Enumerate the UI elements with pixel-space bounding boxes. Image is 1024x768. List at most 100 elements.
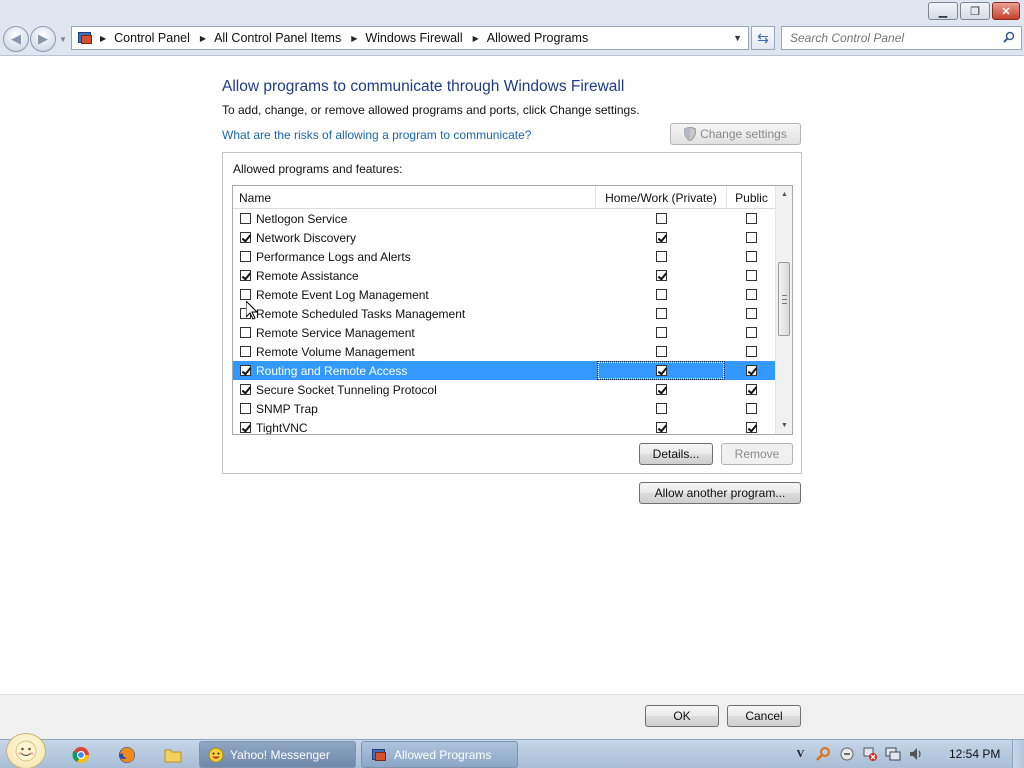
details-button[interactable]: Details... xyxy=(639,443,713,465)
table-row[interactable]: Remote Service Management xyxy=(233,323,776,342)
program-enabled-checkbox[interactable] xyxy=(240,270,251,281)
table-row[interactable]: Network Discovery xyxy=(233,228,776,247)
public-checkbox[interactable] xyxy=(746,308,757,319)
program-enabled-checkbox[interactable] xyxy=(240,422,251,433)
public-checkbox[interactable] xyxy=(746,346,757,357)
show-desktop-button[interactable] xyxy=(1012,740,1024,768)
program-enabled-checkbox[interactable] xyxy=(240,365,251,376)
vertical-scrollbar[interactable]: ▲ ▼ xyxy=(775,186,792,434)
close-button[interactable]: ✕ xyxy=(992,2,1020,20)
column-header-name[interactable]: Name xyxy=(233,186,596,209)
scroll-up-icon[interactable]: ▲ xyxy=(776,186,792,203)
recent-pages-dropdown[interactable]: ▼ xyxy=(59,35,67,44)
network-error-icon[interactable] xyxy=(861,745,878,762)
public-checkbox[interactable] xyxy=(746,327,757,338)
network-icon[interactable] xyxy=(884,745,901,762)
address-bar[interactable]: ▶ Control Panel ▶ All Control Panel Item… xyxy=(71,26,749,50)
table-row[interactable]: TightVNC xyxy=(233,418,776,434)
folder-icon[interactable] xyxy=(162,744,184,766)
home-work-cell xyxy=(596,289,727,300)
vnc-icon[interactable]: V xyxy=(792,745,809,762)
program-enabled-checkbox[interactable] xyxy=(240,346,251,357)
breadcrumb-windows-firewall[interactable]: Windows Firewall xyxy=(365,31,462,45)
program-enabled-checkbox[interactable] xyxy=(240,327,251,338)
back-button[interactable]: ◀ xyxy=(3,26,29,52)
home-work-cell xyxy=(596,403,727,414)
home-work-checkbox[interactable] xyxy=(656,232,667,243)
table-row[interactable]: Remote Volume Management xyxy=(233,342,776,361)
breadcrumb-allowed-programs[interactable]: Allowed Programs xyxy=(487,31,588,45)
maximize-button[interactable]: ❐ xyxy=(960,2,990,20)
home-work-checkbox[interactable] xyxy=(656,384,667,395)
table-row[interactable]: Remote Scheduled Tasks Management xyxy=(233,304,776,323)
change-settings-button[interactable]: Change settings xyxy=(670,123,801,145)
messenger-tray-icon[interactable] xyxy=(838,745,855,762)
search-icon[interactable] xyxy=(1003,31,1015,43)
cancel-button[interactable]: Cancel xyxy=(727,705,801,727)
public-checkbox[interactable] xyxy=(746,384,757,395)
breadcrumb-separator-icon[interactable]: ▶ xyxy=(473,34,479,43)
home-work-checkbox[interactable] xyxy=(656,422,667,433)
search-box[interactable] xyxy=(781,26,1022,50)
scroll-thumb[interactable] xyxy=(778,262,790,336)
breadcrumb-control-panel[interactable]: Control Panel xyxy=(114,31,190,45)
public-checkbox[interactable] xyxy=(746,270,757,281)
allow-another-program-button[interactable]: Allow another program... xyxy=(639,482,801,504)
program-enabled-checkbox[interactable] xyxy=(240,384,251,395)
table-row[interactable]: Secure Socket Tunneling Protocol xyxy=(233,380,776,399)
taskbar-yahoo-messenger[interactable]: Yahoo! Messenger xyxy=(199,741,356,768)
public-checkbox[interactable] xyxy=(746,251,757,262)
program-enabled-checkbox[interactable] xyxy=(240,213,251,224)
firefox-icon[interactable] xyxy=(116,744,138,766)
home-work-checkbox[interactable] xyxy=(656,251,667,262)
breadcrumb-separator-icon[interactable]: ▶ xyxy=(200,34,206,43)
volume-icon[interactable] xyxy=(907,745,924,762)
breadcrumb-separator-icon[interactable]: ▶ xyxy=(351,34,357,43)
home-work-checkbox[interactable] xyxy=(656,270,667,281)
chrome-icon[interactable] xyxy=(70,744,92,766)
remove-button[interactable]: Remove xyxy=(721,443,793,465)
home-work-checkbox[interactable] xyxy=(656,289,667,300)
breadcrumb-all-items[interactable]: All Control Panel Items xyxy=(214,31,341,45)
home-work-checkbox[interactable] xyxy=(656,346,667,357)
search-tray-icon[interactable] xyxy=(815,745,832,762)
scroll-down-icon[interactable]: ▼ xyxy=(776,417,792,434)
refresh-button[interactable]: ⇆ xyxy=(751,26,775,50)
public-checkbox[interactable] xyxy=(746,403,757,414)
start-button[interactable] xyxy=(6,733,46,768)
public-checkbox[interactable] xyxy=(746,213,757,224)
program-enabled-checkbox[interactable] xyxy=(240,232,251,243)
column-header-home-work[interactable]: Home/Work (Private) xyxy=(596,186,727,209)
public-cell xyxy=(727,251,776,262)
table-row[interactable]: Netlogon Service xyxy=(233,209,776,228)
table-row[interactable]: Remote Assistance xyxy=(233,266,776,285)
home-work-checkbox[interactable] xyxy=(656,327,667,338)
table-row[interactable]: SNMP Trap xyxy=(233,399,776,418)
column-header-public[interactable]: Public xyxy=(727,186,776,209)
program-enabled-checkbox[interactable] xyxy=(240,403,251,414)
allowed-programs-list[interactable]: Name Home/Work (Private) Public Netlogon… xyxy=(232,185,793,435)
public-checkbox[interactable] xyxy=(746,232,757,243)
taskbar-allowed-programs[interactable]: Allowed Programs xyxy=(361,741,518,768)
breadcrumb-separator-icon[interactable]: ▶ xyxy=(100,34,106,43)
home-work-checkbox[interactable] xyxy=(656,213,667,224)
table-row[interactable]: Routing and Remote Access xyxy=(233,361,776,380)
program-enabled-checkbox[interactable] xyxy=(240,251,251,262)
ok-button[interactable]: OK xyxy=(645,705,719,727)
public-checkbox[interactable] xyxy=(746,365,757,376)
public-checkbox[interactable] xyxy=(746,422,757,433)
program-enabled-checkbox[interactable] xyxy=(240,289,251,300)
public-checkbox[interactable] xyxy=(746,289,757,300)
home-work-checkbox[interactable] xyxy=(656,403,667,414)
program-name: Remote Service Management xyxy=(256,325,415,340)
navigation-bar: ◀ ▶ ▼ ▶ Control Panel ▶ All Control Pane… xyxy=(0,22,1024,56)
risks-help-link[interactable]: What are the risks of allowing a program… xyxy=(222,128,531,142)
table-row[interactable]: Performance Logs and Alerts xyxy=(233,247,776,266)
address-dropdown-icon[interactable]: ▼ xyxy=(733,33,742,43)
taskbar-clock[interactable]: 12:54 PM xyxy=(949,747,1000,761)
forward-button[interactable]: ▶ xyxy=(30,26,56,52)
table-row[interactable]: Remote Event Log Management xyxy=(233,285,776,304)
minimize-button[interactable]: ▁ xyxy=(928,2,958,20)
search-input[interactable] xyxy=(790,31,990,45)
home-work-checkbox[interactable] xyxy=(656,308,667,319)
